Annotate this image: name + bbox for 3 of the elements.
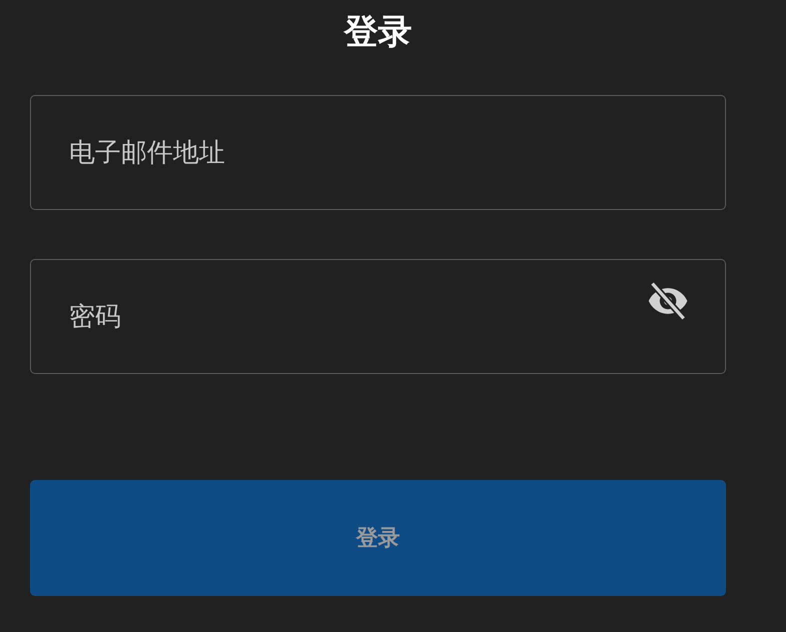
page-title: 登录 bbox=[342, 11, 413, 54]
email-field[interactable]: 电子邮件地址 bbox=[30, 95, 726, 210]
password-field[interactable]: 密码 bbox=[30, 259, 726, 374]
